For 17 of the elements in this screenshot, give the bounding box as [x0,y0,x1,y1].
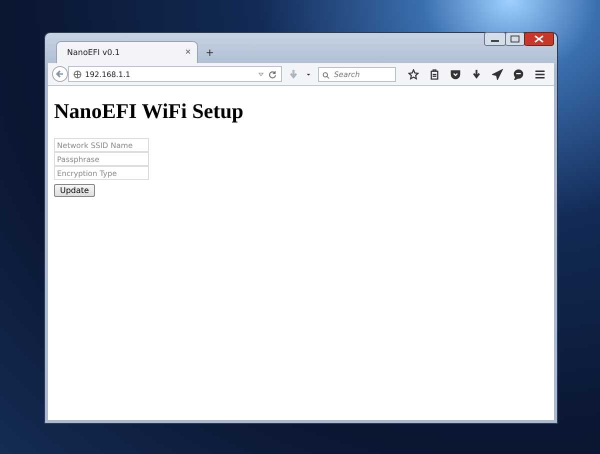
reload-icon[interactable] [268,68,277,80]
chat-icon[interactable] [513,68,524,80]
clipboard-icon[interactable] [429,68,440,80]
star-icon[interactable] [408,68,419,80]
menu-icon[interactable] [534,68,546,80]
globe-icon [73,68,82,80]
download-icon[interactable] [471,68,482,80]
pocket-icon[interactable] [450,68,461,80]
new-tab-button[interactable]: + [206,45,214,60]
search-icon [322,70,330,81]
window-controls[interactable] [484,32,554,47]
update-button[interactable]: Update [54,184,95,197]
browser-tab[interactable]: NanoEFI v0.1 × [56,41,198,63]
close-tab-button[interactable]: × [185,47,191,58]
send-icon[interactable] [492,68,503,80]
page-heading: NanoEFI WiFi Setup [54,99,244,124]
back-button[interactable] [52,66,68,82]
